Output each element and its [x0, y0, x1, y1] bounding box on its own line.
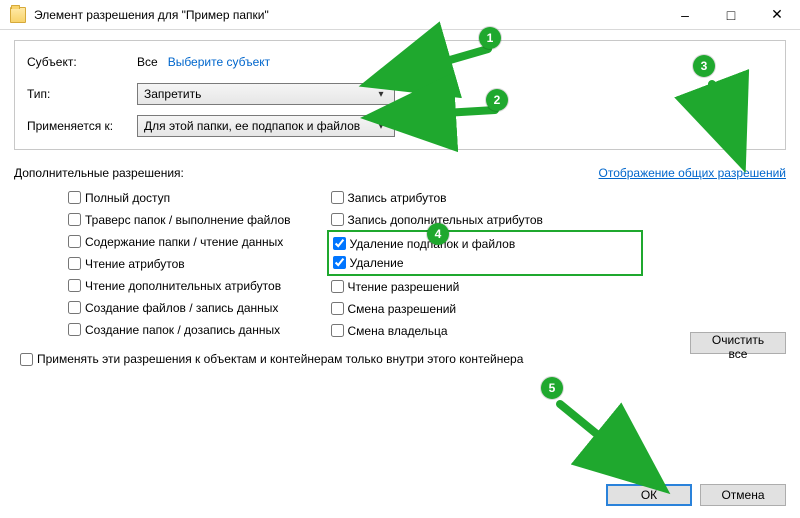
permission-label: Траверс папок / выполнение файлов	[85, 213, 291, 227]
permission-label: Смена разрешений	[348, 302, 457, 316]
permission-checkbox[interactable]	[331, 324, 344, 337]
permission-checkbox[interactable]	[333, 237, 346, 250]
permission-item[interactable]: Чтение атрибутов	[68, 254, 291, 273]
permission-checkbox[interactable]	[331, 191, 344, 204]
permission-label: Удаление	[350, 256, 404, 270]
annotation-badge: 4	[427, 223, 449, 245]
permission-item[interactable]: Удаление	[333, 253, 541, 272]
permission-item[interactable]: Смена разрешений	[331, 299, 543, 318]
permissions-column-right: Запись атрибутов Запись дополнительных ат…	[331, 188, 543, 340]
window-controls: – □ ✕	[662, 0, 800, 29]
permission-item[interactable]: Содержание папки / чтение данных	[68, 232, 291, 251]
permission-item[interactable]: Чтение дополнительных атрибутов	[68, 276, 291, 295]
minimize-button[interactable]: –	[662, 0, 708, 29]
permissions-column-left: Полный доступ Траверс папок / выполнение …	[68, 188, 291, 340]
permission-checkbox[interactable]	[68, 257, 81, 270]
permission-item[interactable]: Чтение разрешений	[331, 277, 543, 296]
advanced-permissions: Дополнительные разрешения: Отображение о…	[14, 166, 786, 366]
chevron-down-icon: ▾	[374, 121, 388, 132]
permission-checkbox[interactable]	[333, 256, 346, 269]
maximize-button[interactable]: □	[708, 0, 754, 29]
permission-item[interactable]: Запись атрибутов	[331, 188, 543, 207]
subject-value: Все	[137, 55, 158, 69]
advanced-title: Дополнительные разрешения:	[14, 166, 184, 180]
type-dropdown[interactable]: Запретить ▾	[137, 83, 395, 105]
window-title: Элемент разрешения для "Пример папки"	[34, 8, 662, 22]
apply-only-checkbox[interactable]	[20, 353, 33, 366]
cancel-button[interactable]: Отмена	[700, 484, 786, 506]
permission-checkbox[interactable]	[68, 279, 81, 292]
annotation-badge: 5	[541, 377, 563, 399]
chevron-down-icon: ▾	[374, 89, 388, 100]
highlight-box: Удаление подпапок и файловУдаление	[327, 230, 643, 276]
permission-checkbox[interactable]	[68, 323, 81, 336]
permission-label: Чтение дополнительных атрибутов	[85, 279, 281, 293]
subject-label: Субъект:	[27, 55, 137, 69]
select-subject-link[interactable]: Выберите субъект	[168, 55, 270, 69]
permission-item[interactable]: Создание папок / дозапись данных	[68, 320, 291, 339]
apply-only-label: Применять эти разрешения к объектам и ко…	[37, 352, 523, 366]
close-button[interactable]: ✕	[754, 0, 800, 29]
applies-selected: Для этой папки, ее подпапок и файлов	[144, 119, 374, 133]
permission-label: Запись дополнительных атрибутов	[348, 213, 543, 227]
permission-label: Смена владельца	[348, 324, 448, 338]
permission-checkbox[interactable]	[331, 280, 344, 293]
permission-label: Создание файлов / запись данных	[85, 301, 278, 315]
applies-label: Применяется к:	[27, 119, 137, 133]
permission-checkbox[interactable]	[68, 213, 81, 226]
permission-checkbox[interactable]	[331, 213, 344, 226]
permission-item[interactable]: Траверс папок / выполнение файлов	[68, 210, 291, 229]
dialog-footer: ОК Отмена	[606, 484, 786, 506]
permission-item[interactable]: Полный доступ	[68, 188, 291, 207]
permission-checkbox[interactable]	[68, 191, 81, 204]
permission-item[interactable]: Смена владельца	[331, 321, 543, 340]
permission-label: Запись атрибутов	[348, 191, 447, 205]
permission-checkbox[interactable]	[68, 235, 81, 248]
permission-checkbox[interactable]	[331, 302, 344, 315]
folder-icon	[10, 7, 26, 23]
permission-label: Полный доступ	[85, 191, 170, 205]
permission-item[interactable]: Создание файлов / запись данных	[68, 298, 291, 317]
annotation-badge: 2	[486, 89, 508, 111]
show-basic-permissions-link[interactable]: Отображение общих разрешений	[599, 166, 786, 180]
permission-label: Содержание папки / чтение данных	[85, 235, 283, 249]
permission-label: Создание папок / дозапись данных	[85, 323, 280, 337]
permission-label: Чтение атрибутов	[85, 257, 185, 271]
permission-label: Чтение разрешений	[348, 280, 460, 294]
clear-all-button[interactable]: Очистить все	[690, 332, 786, 354]
type-label: Тип:	[27, 87, 137, 101]
type-selected: Запретить	[144, 87, 374, 101]
annotation-badge: 1	[479, 27, 501, 49]
annotation-badge: 3	[693, 55, 715, 77]
ok-button[interactable]: ОК	[606, 484, 692, 506]
titlebar: Элемент разрешения для "Пример папки" – …	[0, 0, 800, 30]
principal-group: Субъект: Все Выберите субъект Тип: Запре…	[14, 40, 786, 150]
permission-checkbox[interactable]	[68, 301, 81, 314]
applies-dropdown[interactable]: Для этой папки, ее подпапок и файлов ▾	[137, 115, 395, 137]
